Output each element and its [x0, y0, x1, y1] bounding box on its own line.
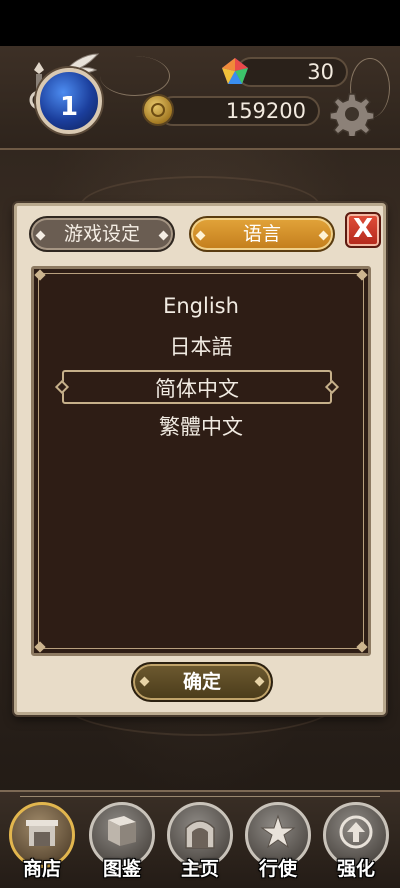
- coin-count: 159200: [225, 99, 306, 123]
- confirm-button-label: 确定: [182, 671, 221, 693]
- close-icon: X: [352, 214, 374, 244]
- language-option-label: 简体中文: [155, 377, 239, 401]
- language-list-panel: English 日本語 简体中文 繁體中文: [31, 266, 371, 656]
- close-button[interactable]: X: [345, 212, 381, 248]
- language-option-label: English: [163, 294, 239, 318]
- language-option-traditional-chinese[interactable]: 繁體中文: [34, 410, 368, 444]
- nav-label: 主页: [180, 858, 219, 880]
- nav-item-shop[interactable]: 商店: [9, 802, 75, 880]
- gem-count: 30: [307, 60, 334, 84]
- shop-icon: [26, 820, 58, 846]
- language-option-english[interactable]: English: [34, 289, 368, 323]
- tab-game-settings[interactable]: 游戏设定: [29, 216, 175, 252]
- language-option-label: 繁體中文: [159, 415, 243, 439]
- nav-label: 商店: [22, 858, 61, 880]
- star-wings-icon: [260, 814, 296, 849]
- confirm-button[interactable]: 确定: [131, 662, 273, 702]
- nav-label: 图鉴: [102, 858, 141, 880]
- tab-language[interactable]: 语言: [189, 216, 335, 252]
- coin-counter: 159200: [158, 96, 320, 126]
- nav-label: 强化: [336, 858, 375, 880]
- tab-language-label: 语言: [242, 223, 281, 245]
- nav-item-home[interactable]: 主页: [167, 802, 233, 880]
- language-option-japanese[interactable]: 日本語: [34, 330, 368, 364]
- language-option-simplified-chinese[interactable]: 简体中文: [54, 370, 340, 404]
- gem-counter: 30: [236, 57, 348, 87]
- player-level: 1: [59, 92, 79, 122]
- coin-icon: [142, 94, 174, 126]
- nav-label: 行使: [258, 858, 297, 880]
- book-icon: [108, 816, 136, 846]
- tab-game-settings-label: 游戏设定: [63, 223, 140, 245]
- gear-icon[interactable]: [330, 92, 374, 136]
- gate-icon: [185, 820, 215, 849]
- settings-dialog: 游戏设定 语言 X English 日本語 简体中文 繁體中文 确定: [14, 203, 386, 715]
- status-bar: [0, 0, 400, 46]
- nav-item-encyclopedia[interactable]: 图鉴: [89, 802, 155, 880]
- language-option-label: 日本語: [169, 335, 233, 359]
- player-level-badge[interactable]: 1: [36, 68, 102, 134]
- arrow-up-icon: [339, 815, 373, 849]
- nav-item-enhance[interactable]: 强化: [323, 802, 389, 880]
- rainbow-gem-icon: [222, 58, 248, 84]
- nav-item-execute[interactable]: 行使: [245, 802, 311, 880]
- bottom-navigation: 商店 图鉴 主页 行使 强化: [0, 790, 400, 888]
